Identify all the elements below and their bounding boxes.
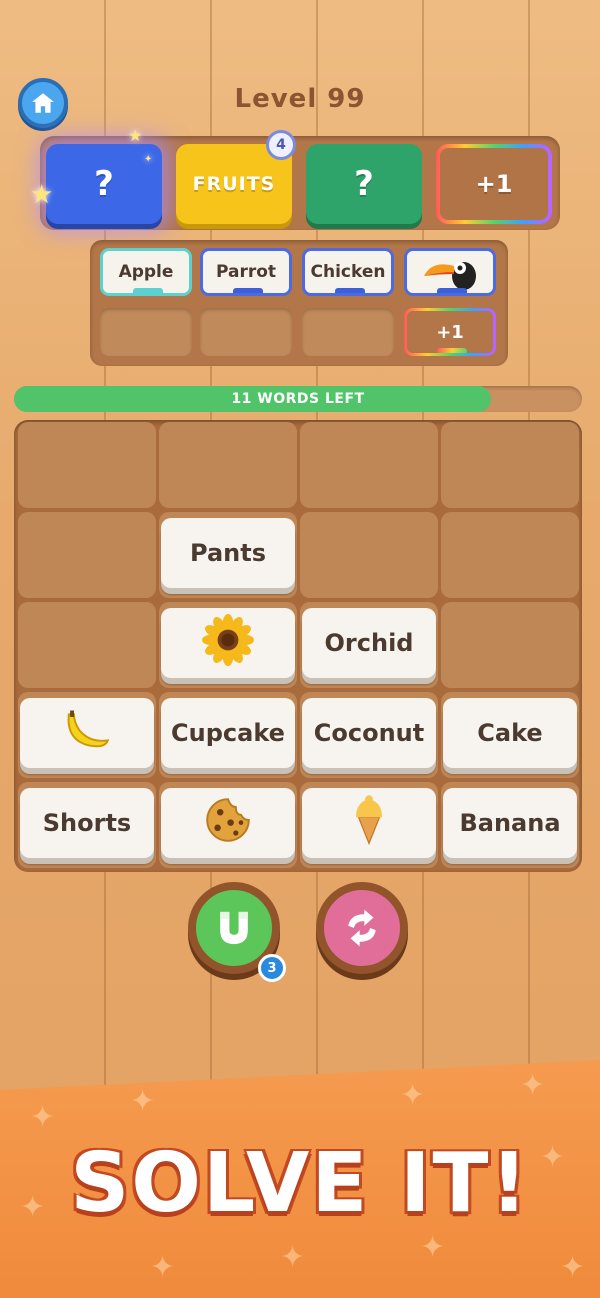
category-label: FRUITS	[192, 173, 276, 195]
board-cell	[441, 422, 579, 508]
sparkle-icon: ✦	[560, 1250, 586, 1285]
word-tile-label: Cupcake	[171, 719, 285, 747]
category-label: +1	[475, 170, 513, 198]
picture-tile[interactable]	[161, 608, 295, 678]
solve-it-headline: SOLVE IT!	[70, 1136, 530, 1231]
category-card-add[interactable]: +1	[436, 144, 552, 224]
sunflower-icon	[202, 614, 254, 672]
banana-icon	[61, 704, 113, 762]
word-tile-label: Orchid	[324, 629, 414, 657]
category-card-unknown-2[interactable]: ?	[306, 144, 422, 224]
word-tile[interactable]: Cupcake	[161, 698, 295, 768]
board-cell	[300, 512, 438, 598]
board-cell	[18, 422, 156, 508]
progress-label: 11 WORDS LEFT	[231, 391, 365, 407]
board-cell	[159, 422, 297, 508]
word-tile-label: Cake	[477, 719, 543, 747]
word-tile-label: Coconut	[313, 719, 425, 747]
tile-board: Pants Orchid Cupcake Coconut Cake Shorts Banan…	[14, 420, 582, 872]
word-tile-label: Shorts	[42, 809, 132, 837]
sparkle-icon: ✦	[400, 1078, 426, 1113]
level-title: Level 99	[234, 84, 366, 114]
word-tile[interactable]: Orchid	[302, 608, 436, 678]
shuffle-icon	[348, 909, 376, 947]
sparkle-icon: ✦	[520, 1068, 546, 1103]
picture-tile[interactable]	[20, 698, 154, 768]
category-label: ?	[354, 164, 374, 204]
magnet-count-badge: 3	[258, 954, 286, 982]
category-panel: ? FRUITS ? +1	[40, 136, 560, 230]
slot-empty	[302, 308, 394, 356]
word-tile[interactable]: Cake	[443, 698, 577, 768]
slot-empty	[200, 308, 292, 356]
words-left-progress: 11 WORDS LEFT	[14, 386, 582, 412]
picture-tile[interactable]	[161, 788, 295, 858]
board-cell	[441, 602, 579, 688]
toucan-icon	[424, 262, 476, 290]
sparkle-icon: ✦	[30, 1100, 56, 1135]
sparkle-star-icon: ★	[30, 180, 54, 210]
word-tile[interactable]: Banana	[443, 788, 577, 858]
sparkle-icon: ✦	[420, 1230, 446, 1265]
picture-tile[interactable]	[302, 788, 436, 858]
category-count-badge: 4	[266, 130, 296, 160]
word-tile[interactable]: Pants	[161, 518, 295, 588]
sparkle-star-icon: ✦	[144, 154, 153, 165]
add-slot-button[interactable]: +1	[404, 308, 496, 356]
slot-word-parrot[interactable]: Parrot	[200, 248, 292, 296]
board-cell	[300, 422, 438, 508]
board-cell	[18, 602, 156, 688]
slot-word-chicken[interactable]: Chicken	[302, 248, 394, 296]
slot-label: Parrot	[215, 262, 277, 282]
magnet-icon	[220, 911, 248, 945]
sparkle-icon: ✦	[130, 1084, 156, 1119]
board-cell	[18, 512, 156, 598]
ice-cream-icon	[343, 794, 395, 852]
word-tile[interactable]: Coconut	[302, 698, 436, 768]
cookie-icon	[202, 794, 254, 852]
sparkle-star-icon: ★	[128, 126, 143, 145]
slot-toucan[interactable]	[404, 248, 496, 296]
slot-label: Apple	[118, 262, 174, 282]
add-slot-label: +1	[436, 321, 464, 343]
slot-empty	[100, 308, 192, 356]
word-tile[interactable]: Shorts	[20, 788, 154, 858]
board-cell	[441, 512, 579, 598]
slot-label: Chicken	[310, 262, 386, 282]
category-label: ?	[94, 164, 114, 204]
word-tile-label: Pants	[190, 539, 266, 567]
sparkle-icon: ✦	[150, 1250, 176, 1285]
slot-word-apple[interactable]: Apple	[100, 248, 192, 296]
sparkle-icon: ✦	[280, 1240, 306, 1275]
word-tile-label: Banana	[459, 809, 561, 837]
word-slot-panel: Apple Parrot Chicken +1	[90, 240, 508, 366]
shuffle-button[interactable]	[316, 882, 408, 974]
